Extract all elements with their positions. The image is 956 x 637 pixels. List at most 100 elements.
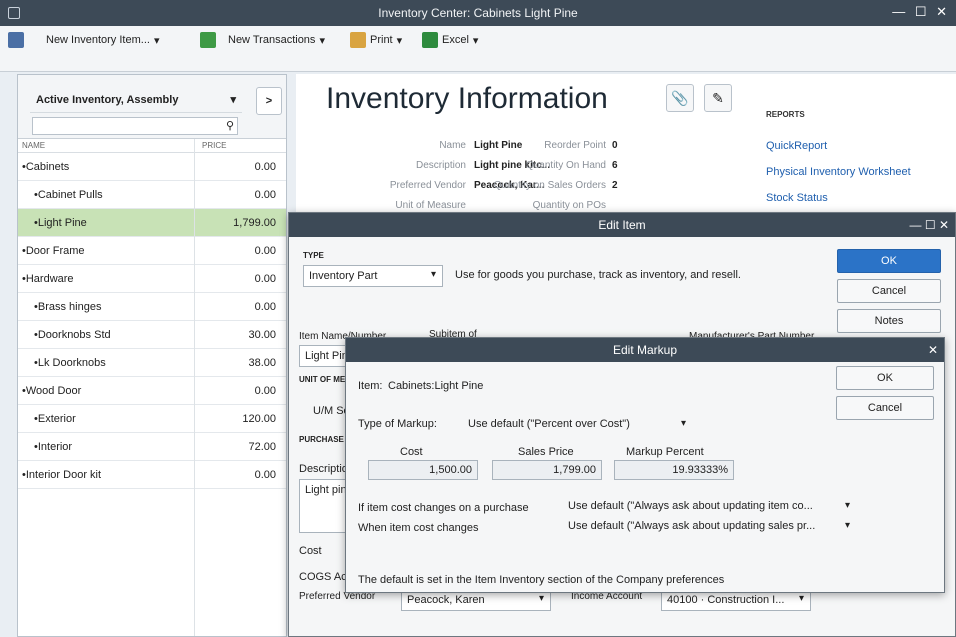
excel-button[interactable]: Excel ▾	[422, 32, 478, 48]
item-name: •Light Pine	[34, 217, 87, 229]
chevron-down-icon: ▾	[844, 500, 850, 511]
item-name: •Cabinet Pulls	[34, 189, 103, 201]
item-name: •Door Frame	[22, 245, 85, 257]
report-link-quickreport[interactable]: QuickReport	[766, 140, 827, 152]
new-item-icon	[8, 32, 24, 48]
item-rows: •Cabinets 0.00 •Cabinet Pulls 0.00 •Light Pi…	[18, 153, 286, 489]
print-button[interactable]: Print ▾	[350, 32, 402, 48]
sales-orders-value: 2	[612, 180, 618, 191]
purchase-change-select[interactable]: Use default ("Always ask about updating …	[568, 500, 850, 512]
column-name-header[interactable]: NAME	[22, 141, 45, 150]
markup-cost-label: Cost	[400, 446, 423, 458]
chevron-down-icon[interactable]: ▾	[319, 34, 325, 47]
notes-button[interactable]: Notes	[837, 309, 941, 333]
type-description: Use for goods you purchase, track as inv…	[455, 269, 741, 281]
markup-ok-button[interactable]: OK	[836, 366, 934, 390]
chevron-down-icon: ▾	[430, 269, 436, 280]
item-price: 0.00	[254, 469, 276, 481]
list-item[interactable]: •Interior 72.00	[18, 433, 286, 461]
markup-cost-field[interactable]: 1,500.00	[368, 460, 478, 480]
column-price-header[interactable]: PRICE	[202, 141, 226, 150]
item-price: 30.00	[248, 329, 276, 341]
item-name: •Cabinets	[22, 161, 70, 173]
item-price: 1,799.00	[233, 217, 276, 229]
list-item[interactable]: •Interior Door kit 0.00	[18, 461, 286, 489]
vendor-label: Preferred Vendor	[389, 180, 466, 191]
chevron-down-icon: ▾	[844, 520, 850, 531]
view-filter-dropdown[interactable]: Active Inventory, Assembly ▾	[30, 89, 242, 113]
list-item[interactable]: •Lk Doorknobs 38.00	[18, 349, 286, 377]
window-titlebar: Inventory Center: Cabinets Light Pine — …	[0, 0, 956, 26]
chevron-down-icon[interactable]: ▾	[397, 34, 403, 47]
inventory-information-panel: Inventory Information 📎 ✎ Name Light Pin…	[296, 74, 956, 214]
excel-icon	[422, 32, 438, 48]
item-name: •Doorknobs Std	[34, 329, 111, 341]
edit-button[interactable]: ✎	[704, 84, 732, 112]
markup-percent-field[interactable]: 19.93333%	[614, 460, 734, 480]
item-name: •Wood Door	[22, 385, 82, 397]
printer-icon	[350, 32, 366, 48]
item-list-panel: Active Inventory, Assembly ▾ > ⚲ NAME PR…	[17, 74, 287, 637]
list-item[interactable]: •Cabinets 0.00	[18, 153, 286, 181]
item-name: •Brass hinges	[34, 301, 102, 313]
chevron-down-icon: ▾	[230, 94, 236, 106]
report-link-stock-status[interactable]: Stock Status	[766, 192, 828, 204]
type-label: TYPE	[303, 251, 324, 260]
list-item[interactable]: •Brass hinges 0.00	[18, 293, 286, 321]
cost-label: Cost	[299, 545, 322, 557]
purchase-change-label: If item cost changes on a purchase	[358, 502, 529, 514]
expand-panel-button[interactable]: >	[256, 87, 282, 115]
markup-cancel-button[interactable]: Cancel	[836, 396, 934, 420]
search-input[interactable]: ⚲	[32, 117, 238, 135]
onhand-label: Quantity On Hand	[525, 160, 606, 171]
markup-footer-note: The default is set in the Item Inventory…	[358, 574, 725, 586]
window-controls[interactable]: — ☐ ✕	[892, 4, 950, 20]
search-icon[interactable]: ⚲	[226, 119, 234, 132]
chevron-down-icon: ▾	[538, 593, 544, 604]
pos-label: Quantity on POs	[532, 200, 606, 211]
close-icon[interactable]: ✕	[928, 338, 938, 362]
onhand-value: 6	[612, 160, 618, 171]
markup-percent-label: Markup Percent	[626, 446, 704, 458]
item-type-select[interactable]: Inventory Part ▾	[303, 265, 443, 287]
report-link-physical-inventory[interactable]: Physical Inventory Worksheet	[766, 166, 911, 178]
reports-heading: REPORTS	[766, 110, 805, 119]
item-price: 0.00	[254, 385, 276, 397]
chevron-down-icon[interactable]: ▾	[154, 34, 160, 47]
markup-item-label: Item:	[358, 380, 383, 392]
cost-change-select[interactable]: Use default ("Always ask about updating …	[568, 520, 850, 532]
list-item[interactable]: •Wood Door 0.00	[18, 377, 286, 405]
pencil-icon: ✎	[712, 90, 724, 106]
edit-item-ok-button[interactable]: OK	[837, 249, 941, 273]
new-transactions-button[interactable]: New Transactions ▾	[200, 32, 325, 48]
column-headers: NAME PRICE	[18, 139, 286, 153]
reorder-value: 0	[612, 140, 618, 151]
list-header: Active Inventory, Assembly ▾ > ⚲	[18, 75, 286, 139]
edit-markup-titlebar: Edit Markup ✕	[346, 338, 944, 362]
new-inventory-item-button[interactable]: New Inventory Item... ▾	[8, 32, 159, 48]
item-price: 0.00	[254, 301, 276, 313]
chevron-down-icon[interactable]: ▾	[473, 34, 479, 47]
list-item[interactable]: •Door Frame 0.00	[18, 237, 286, 265]
edit-markup-dialog: Edit Markup ✕ Item: Cabinets:Light Pine …	[345, 337, 945, 593]
column-divider	[194, 139, 195, 636]
list-item[interactable]: •Exterior 120.00	[18, 405, 286, 433]
markup-type-select[interactable]: Use default ("Percent over Cost") ▾	[464, 416, 690, 436]
page-title: Inventory Information	[326, 82, 608, 115]
paperclip-icon: 📎	[671, 90, 689, 106]
list-item[interactable]: •Cabinet Pulls 0.00	[18, 181, 286, 209]
name-label: Name	[439, 140, 466, 151]
item-price: 0.00	[254, 273, 276, 285]
chevron-down-icon: ▾	[680, 418, 686, 429]
item-name: •Hardware	[22, 273, 74, 285]
edit-item-window-controls[interactable]: — ☐ ✕	[910, 213, 949, 237]
edit-item-cancel-button[interactable]: Cancel	[837, 279, 941, 303]
item-name: •Interior Door kit	[22, 469, 102, 481]
edit-item-titlebar: Edit Item — ☐ ✕	[289, 213, 955, 237]
list-item[interactable]: •Light Pine 1,799.00	[18, 209, 286, 237]
item-price: 0.00	[254, 189, 276, 201]
list-item[interactable]: •Hardware 0.00	[18, 265, 286, 293]
attach-button[interactable]: 📎	[666, 84, 694, 112]
list-item[interactable]: •Doorknobs Std 30.00	[18, 321, 286, 349]
markup-sales-price-field[interactable]: 1,799.00	[492, 460, 602, 480]
